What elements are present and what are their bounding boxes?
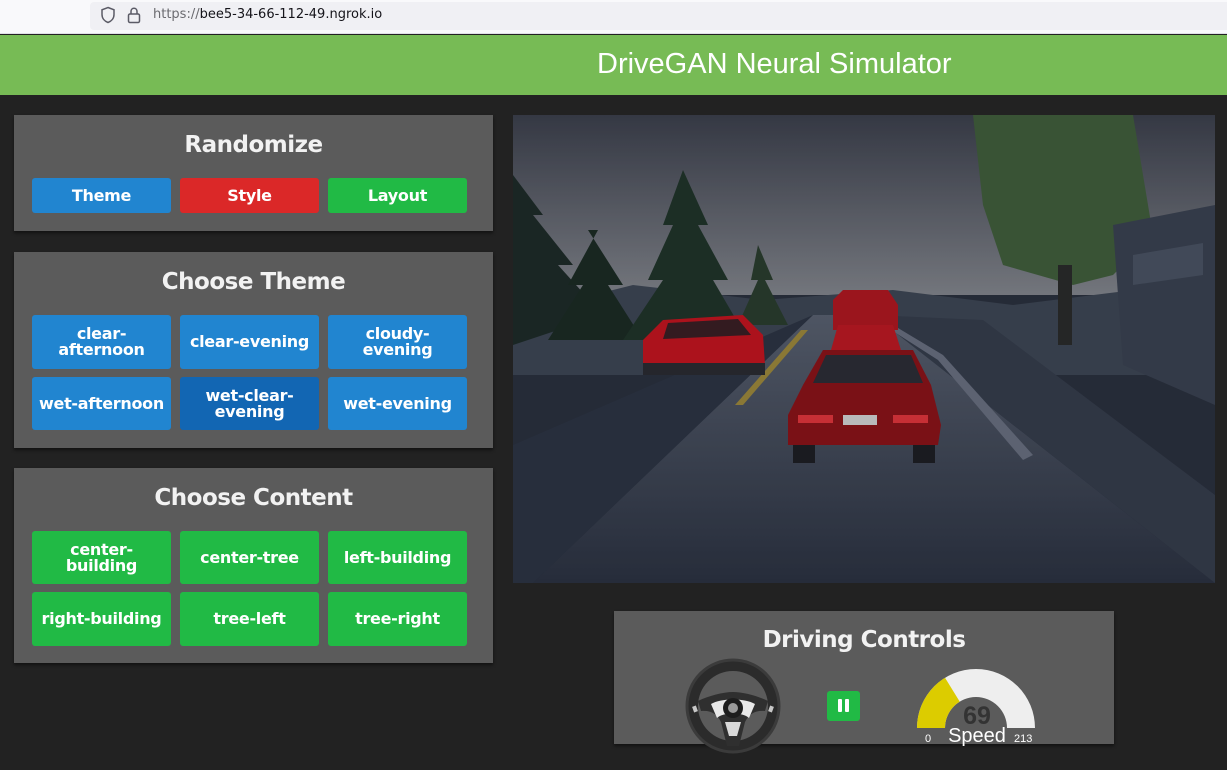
randomize-title: Randomize <box>184 132 323 158</box>
driving-controls-title: Driving Controls <box>762 627 966 653</box>
content-left-building-button[interactable]: left-building <box>328 531 467 584</box>
page-title: DriveGAN Neural Simulator <box>597 48 952 80</box>
choose-theme-panel: Choose Theme clear-afternoon clear-eveni… <box>14 252 493 448</box>
theme-cloudy-evening-button[interactable]: cloudy-evening <box>328 315 467 369</box>
driving-scene-image <box>513 115 1215 583</box>
content-right-building-button[interactable]: right-building <box>32 592 171 646</box>
speed-label: Speed <box>948 725 1006 747</box>
speed-min: 0 <box>925 733 932 745</box>
pause-button[interactable] <box>827 691 860 721</box>
theme-wet-evening-button[interactable]: wet-evening <box>328 377 467 430</box>
steering-wheel-icon[interactable] <box>683 656 783 756</box>
theme-wet-afternoon-button[interactable]: wet-afternoon <box>32 377 171 430</box>
content-tree-right-button[interactable]: tree-right <box>328 592 467 646</box>
theme-clear-evening-button[interactable]: clear-evening <box>180 315 319 369</box>
content-center-tree-button[interactable]: center-tree <box>180 531 319 584</box>
speed-max: 213 <box>1014 733 1033 745</box>
lock-icon[interactable] <box>126 6 142 24</box>
browser-url-bar: https://bee5-34-66-112-49.ngrok.io <box>0 0 1227 34</box>
randomize-panel: Randomize Theme Style Layout <box>14 115 493 231</box>
theme-clear-afternoon-button[interactable]: clear-afternoon <box>32 315 171 369</box>
app-header: DriveGAN Neural Simulator <box>0 35 1227 95</box>
content-center-building-button[interactable]: center-building <box>32 531 171 584</box>
url-text[interactable]: https://bee5-34-66-112-49.ngrok.io <box>153 7 382 22</box>
randomize-layout-button[interactable]: Layout <box>328 178 467 213</box>
content-tree-left-button[interactable]: tree-left <box>180 592 319 646</box>
choose-theme-title: Choose Theme <box>161 269 346 295</box>
simulator-view <box>513 115 1215 583</box>
randomize-theme-button[interactable]: Theme <box>32 178 171 213</box>
theme-wet-clear-evening-button[interactable]: wet-clear-evening <box>180 377 319 430</box>
choose-content-title: Choose Content <box>154 485 353 511</box>
shield-icon[interactable] <box>100 6 116 24</box>
url-host: bee5-34-66-112-49.ngrok.io <box>199 7 383 22</box>
choose-content-panel: Choose Content center-building center-tr… <box>14 468 493 663</box>
url-scheme: https:// <box>153 7 200 22</box>
randomize-style-button[interactable]: Style <box>180 178 319 213</box>
